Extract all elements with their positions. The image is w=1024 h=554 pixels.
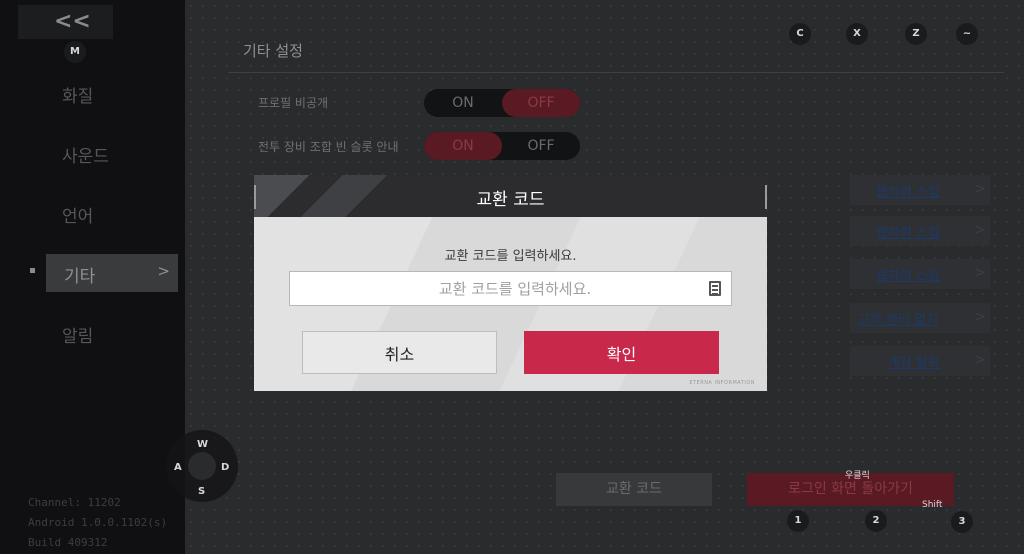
sidebar-item-sound[interactable]: 사운드 xyxy=(62,142,109,167)
link-row[interactable]: 고객 센터 열기 > xyxy=(850,303,990,333)
link-webhook-skip[interactable]: 웹하여 스킵 xyxy=(876,265,940,284)
exchange-code-button[interactable]: 교환 코드 xyxy=(556,473,712,506)
code-input-box[interactable] xyxy=(289,271,732,306)
sidebar-item-notification[interactable]: 알림 xyxy=(62,322,93,347)
toggle-off-option[interactable]: OFF xyxy=(502,132,580,160)
chevron-right-icon: > xyxy=(974,309,986,325)
key-hint-c: C xyxy=(789,23,811,45)
build-info-line: Build 409312 xyxy=(28,536,108,549)
toggle-on-option[interactable]: ON xyxy=(424,89,502,117)
page-title: 기타 설정 xyxy=(243,42,303,60)
sidebar-item-label: 기타 xyxy=(64,267,96,287)
active-indicator xyxy=(30,268,35,273)
key-hint-z: Z xyxy=(905,23,927,45)
build-info-line: Channel: 11202 xyxy=(28,496,121,509)
chevron-right-icon: > xyxy=(157,262,170,280)
dialog-prompt: 교환 코드를 입력하세요. xyxy=(444,249,577,264)
paste-icon[interactable] xyxy=(709,281,721,296)
key-hint-3: 3 xyxy=(951,511,973,533)
setting-label-empty-slot-guide: 전투 장비 조합 빈 슬롯 안내 xyxy=(258,140,399,154)
dialog-title: 교환 코드 xyxy=(476,190,545,210)
build-info-line: Android 1.0.0.1102(s) xyxy=(28,516,168,529)
confirm-button[interactable]: 확인 xyxy=(524,331,719,374)
joystick-key-right: D xyxy=(221,462,230,473)
chevron-right-icon: > xyxy=(974,265,986,281)
sidebar-item-language[interactable]: 언어 xyxy=(62,202,93,227)
settings-screen: << M 화질 사운드 언어 기타 > 알림 Channel: 11202 An… xyxy=(0,0,1024,554)
link-row[interactable]: 웹하여 스킵 > xyxy=(850,259,990,289)
back-button[interactable]: << xyxy=(18,5,113,39)
watermark: ETERNA INFORMATION xyxy=(689,380,755,386)
divider xyxy=(228,72,1004,73)
link-row[interactable]: 웹하여 스킵 > xyxy=(850,216,990,246)
toggle-on-option[interactable]: ON xyxy=(424,132,502,160)
toggle-off-option[interactable]: OFF xyxy=(502,89,580,117)
chevron-right-icon: > xyxy=(974,181,986,197)
cancel-button[interactable]: 취소 xyxy=(302,331,497,374)
double-chevron-left-icon: << xyxy=(54,9,91,34)
exchange-code-dialog: 교환 코드 교환 코드를 입력하세요. 취소 확인 ETERNA INFORMA… xyxy=(254,175,767,391)
link-webhook-skip[interactable]: 웹하여 스킵 xyxy=(876,181,940,200)
joystick-key-left: A xyxy=(174,462,182,473)
key-hint-2: 2 xyxy=(865,510,887,532)
link-customer-center[interactable]: 고객 센터 열기 xyxy=(858,309,938,328)
key-hint-1: 1 xyxy=(787,510,809,532)
sidebar-item-etc[interactable]: 기타 > xyxy=(46,254,178,292)
joystick-key-down: S xyxy=(198,486,206,497)
toggle-profile-private[interactable]: ON OFF xyxy=(424,89,580,117)
movement-joystick[interactable]: W A D S xyxy=(166,430,238,502)
code-input[interactable] xyxy=(290,272,700,305)
dialog-body: 교환 코드를 입력하세요. 취소 확인 ETERNA INFORMATION xyxy=(254,217,767,391)
link-row[interactable]: 계정 탈퇴 > xyxy=(850,346,990,376)
chevron-right-icon: > xyxy=(974,222,986,238)
shift-hint: Shift xyxy=(922,500,943,510)
toggle-empty-slot-guide[interactable]: ON OFF xyxy=(424,132,580,160)
sidebar: << M 화질 사운드 언어 기타 > 알림 Channel: 11202 An… xyxy=(0,0,185,554)
chevron-right-icon: > xyxy=(974,352,986,368)
link-delete-account[interactable]: 계정 탈퇴 xyxy=(888,352,940,371)
link-row[interactable]: 웹하여 스킵 > xyxy=(850,175,990,205)
dialog-header: 교환 코드 xyxy=(254,175,767,217)
key-hint-m: M xyxy=(64,41,86,63)
link-webhook-skip[interactable]: 웹하여 스킵 xyxy=(876,222,940,241)
right-click-hint: 우클릭 xyxy=(845,471,870,481)
joystick-key-up: W xyxy=(197,439,209,450)
joystick-knob[interactable] xyxy=(188,452,216,480)
key-hint-x: X xyxy=(846,23,868,45)
sidebar-item-graphics[interactable]: 화질 xyxy=(62,82,93,107)
setting-label-profile-private: 프로필 비공개 xyxy=(258,96,329,110)
key-hint-tilde: ~ xyxy=(956,23,978,45)
